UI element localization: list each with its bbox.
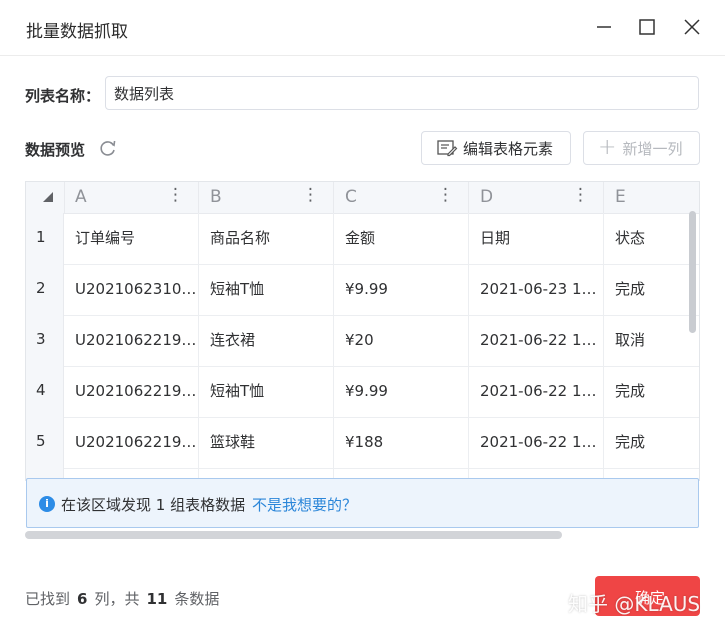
maximize-icon bbox=[639, 19, 655, 35]
row-number: 1 bbox=[26, 213, 64, 264]
maximize-button[interactable] bbox=[636, 16, 658, 38]
column-header-c[interactable]: C ⋮ bbox=[334, 182, 469, 213]
confirm-button[interactable]: 确定 bbox=[595, 576, 700, 616]
notice-message: 在该区域发现 1 组表格数据 bbox=[61, 496, 246, 514]
add-column-label: 新增一列 bbox=[622, 139, 683, 158]
table-cell[interactable]: 连衣裙 bbox=[199, 315, 334, 366]
row-number: 2 bbox=[26, 264, 64, 315]
close-button[interactable] bbox=[681, 16, 703, 38]
refresh-icon[interactable] bbox=[98, 138, 118, 158]
add-column-button[interactable]: + 新增一列 bbox=[583, 131, 700, 165]
row-number: 5 bbox=[26, 417, 64, 468]
table-cell[interactable]: 2021-06-23 1… bbox=[469, 264, 604, 315]
table-row: 2 U2021062310… 短袖T恤 ¥9.99 2021-06-23 1… … bbox=[26, 264, 699, 316]
column-header-row: A ⋮ B ⋮ C ⋮ D ⋮ E bbox=[26, 182, 699, 214]
edit-table-label: 编辑表格元素 bbox=[463, 139, 554, 158]
table-cell[interactable]: ¥20 bbox=[334, 315, 469, 366]
result-summary: 已找到 6 列，共 11 条数据 bbox=[25, 588, 219, 609]
column-menu-icon[interactable]: ⋮ bbox=[167, 187, 184, 204]
table-cell[interactable]: 取消 bbox=[604, 315, 684, 366]
table-row: 1 订单编号 商品名称 金额 日期 状态 bbox=[26, 213, 699, 265]
table-row: 4 U2021062219… 短袖T恤 ¥9.99 2021-06-22 1… … bbox=[26, 366, 699, 418]
column-count: 6 bbox=[77, 590, 88, 608]
table-cell[interactable]: U2021062310… bbox=[64, 264, 199, 315]
table-cell[interactable]: ¥9.99 bbox=[334, 366, 469, 417]
column-letter: E bbox=[615, 187, 626, 207]
minimize-icon bbox=[597, 26, 611, 28]
table-cell[interactable]: 2021-06-22 1… bbox=[469, 417, 604, 468]
table-cell[interactable]: U2021062219… bbox=[64, 366, 199, 417]
table-row: 5 U2021062219… 篮球鞋 ¥188 2021-06-22 1… 完成 bbox=[26, 417, 699, 469]
column-menu-icon[interactable]: ⋮ bbox=[302, 187, 319, 204]
column-header-b[interactable]: B ⋮ bbox=[199, 182, 334, 213]
corner-triangle-icon bbox=[43, 192, 53, 202]
column-header-d[interactable]: D ⋮ bbox=[469, 182, 604, 213]
table-cell[interactable]: ¥188 bbox=[334, 417, 469, 468]
found-prefix: 已找到 bbox=[25, 590, 71, 608]
table-cell[interactable]: 短袖T恤 bbox=[199, 264, 334, 315]
table-cell[interactable]: 商品名称 bbox=[199, 213, 334, 264]
table-cell[interactable]: 2021-06-22 1… bbox=[469, 366, 604, 417]
info-icon: i bbox=[39, 496, 55, 512]
table-cell[interactable]: U2021062219… bbox=[64, 417, 199, 468]
table-cell[interactable]: 2021-06-22 1… bbox=[469, 315, 604, 366]
column-letter: A bbox=[75, 187, 87, 207]
table-cell[interactable]: 完成 bbox=[604, 366, 684, 417]
row-count: 11 bbox=[146, 590, 168, 608]
column-header-e[interactable]: E bbox=[604, 182, 699, 213]
row-number: 4 bbox=[26, 366, 64, 417]
list-name-label: 列表名称： bbox=[25, 87, 101, 105]
minimize-button[interactable] bbox=[593, 16, 615, 38]
columns-suffix: 列，共 bbox=[94, 590, 140, 608]
close-icon bbox=[684, 19, 700, 35]
column-menu-icon[interactable]: ⋮ bbox=[572, 187, 589, 204]
table-cell[interactable]: 篮球鞋 bbox=[199, 417, 334, 468]
plus-icon: + bbox=[598, 135, 617, 160]
preview-label: 数据预览 bbox=[25, 141, 86, 159]
edit-table-icon bbox=[437, 140, 458, 157]
select-all-corner[interactable] bbox=[26, 182, 65, 213]
table-cell[interactable]: ¥9.99 bbox=[334, 264, 469, 315]
row-number: 3 bbox=[26, 315, 64, 366]
table-cell[interactable]: 日期 bbox=[469, 213, 604, 264]
table-cell[interactable]: 短袖T恤 bbox=[199, 366, 334, 417]
table-row: 3 U2021062219… 连衣裙 ¥20 2021-06-22 1… 取消 bbox=[26, 315, 699, 367]
column-header-a[interactable]: A ⋮ bbox=[64, 182, 199, 213]
table-cell[interactable]: 完成 bbox=[604, 264, 684, 315]
list-name-input[interactable] bbox=[105, 76, 699, 110]
column-letter: B bbox=[210, 187, 222, 207]
edit-table-elements-button[interactable]: 编辑表格元素 bbox=[421, 131, 571, 165]
data-preview-table: A ⋮ B ⋮ C ⋮ D ⋮ E 1 订单编号 商品名称 金额 日期 状态 2… bbox=[25, 181, 700, 481]
detection-notice: i 在该区域发现 1 组表格数据 不是我想要的？ bbox=[26, 478, 699, 528]
table-horizontal-scrollbar[interactable] bbox=[25, 531, 562, 539]
column-menu-icon[interactable]: ⋮ bbox=[437, 187, 454, 204]
column-letter: C bbox=[345, 187, 357, 207]
table-vertical-scrollbar[interactable] bbox=[689, 211, 696, 333]
table-cell[interactable]: 金额 bbox=[334, 213, 469, 264]
title-bar: 批量数据抓取 bbox=[0, 0, 725, 56]
confirm-button-label: 确定 bbox=[635, 589, 666, 607]
dialog-title: 批量数据抓取 bbox=[26, 22, 128, 42]
rows-suffix: 条数据 bbox=[174, 590, 220, 608]
column-letter: D bbox=[480, 187, 494, 207]
table-cell[interactable]: 完成 bbox=[604, 417, 684, 468]
not-what-i-want-link[interactable]: 不是我想要的？ bbox=[252, 494, 357, 515]
table-cell[interactable]: U2021062219… bbox=[64, 315, 199, 366]
table-cell[interactable]: 订单编号 bbox=[64, 213, 199, 264]
table-cell[interactable]: 状态 bbox=[604, 213, 684, 264]
